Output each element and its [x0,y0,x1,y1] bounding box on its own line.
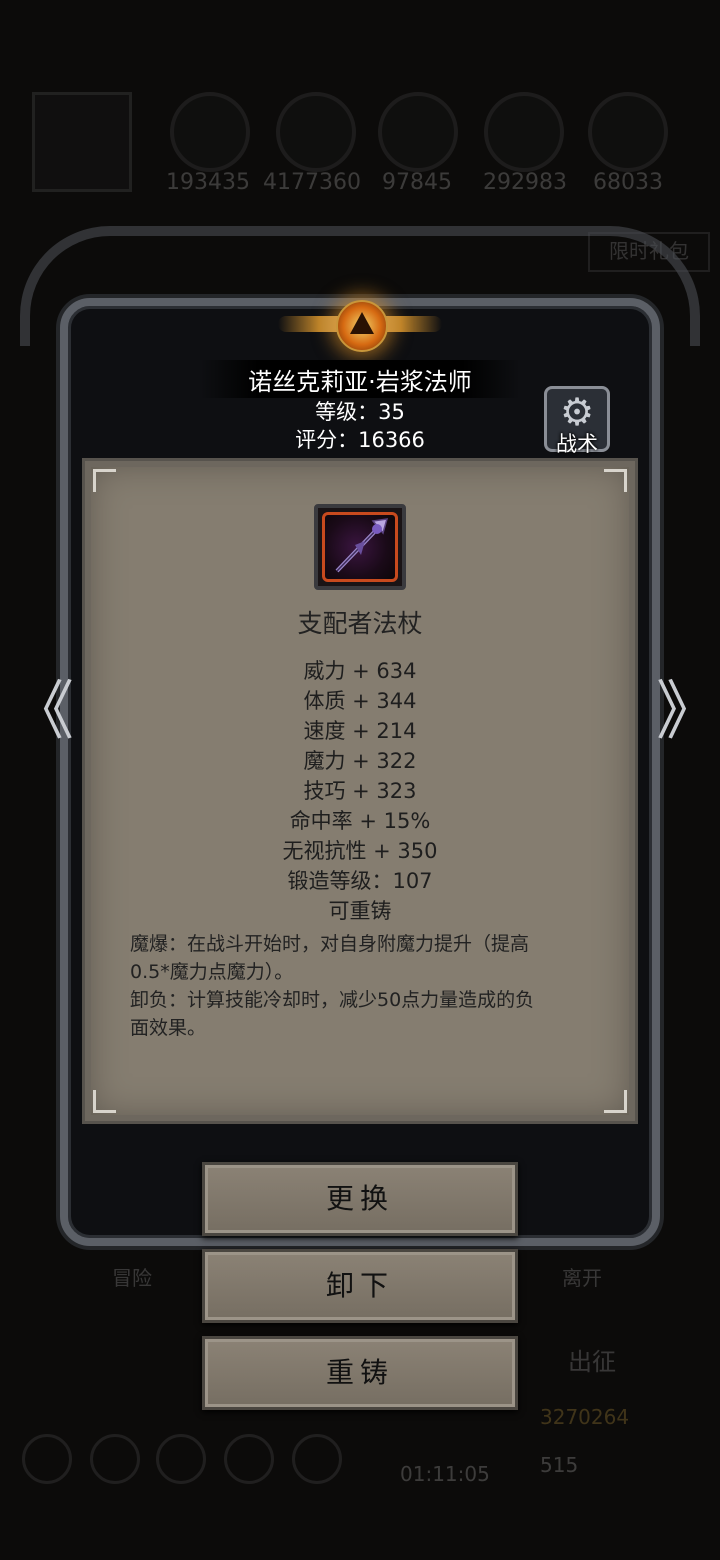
resource-icon-2 [276,92,356,172]
unequip-button[interactable]: 卸下 [202,1249,518,1323]
stat-skill: 技巧 + 323 [303,779,417,803]
hero-name: 诺丝克莉亚·岩浆法师 [248,368,472,396]
description-line: 0.5*魔力点魔力）。 [130,961,294,983]
card-corner [93,1090,116,1113]
item-name: 支配者法杖 [297,609,423,638]
next-hero-arrow-icon[interactable]: 》 [656,680,720,744]
coin-count: 3270264 [540,1405,630,1429]
hero-score: 评分：16366 [295,428,425,452]
resource-count-4: 292983 [483,170,567,195]
resource-icon-3 [378,92,458,172]
countdown-timer: 01:11:05 [400,1462,490,1486]
stat-magic: 魔力 + 322 [303,749,417,773]
unequip-button-label: 卸下 [325,1269,394,1302]
reforge-button-label: 重铸 [325,1356,394,1389]
card-corner [604,469,627,492]
replace-button[interactable]: 更换 [202,1162,518,1236]
reforge-button[interactable]: 重铸 [202,1336,518,1410]
menu-icon-1 [22,1434,72,1484]
tactics-label: 战术 [556,432,598,456]
resource-icon-4 [484,92,564,172]
description-line: 面效果。 [130,1017,207,1039]
resource-count-3: 97845 [382,170,452,195]
resource-count-2: 4177360 [263,170,361,195]
stat-speed: 速度 + 214 [303,719,417,743]
stat-forge-level: 锻造等级：107 [287,869,433,893]
tab-leave: 离开 [562,1266,602,1290]
staff-icon [322,512,398,582]
resource-icon-5 [588,92,668,172]
stat-constitution: 体质 + 344 [303,689,417,713]
previous-hero-arrow-icon[interactable]: 《 [10,680,74,744]
card-corner [604,1090,627,1113]
menu-icon-4 [224,1434,274,1484]
replace-button-label: 更换 [325,1182,394,1215]
item-description: 魔爆：在战斗开始时，对自身附魔力提升（提高 0.5*魔力点魔力）。 卸负：计算技… [130,930,590,1042]
menu-icon-2 [90,1434,140,1484]
description-line: 卸负：计算技能冷却时，减少50点力量造成的负 [130,989,535,1011]
card-corner [93,469,116,492]
tab-adventure: 冒险 [112,1266,152,1290]
sortie-label: 出征 [568,1348,616,1376]
stat-power: 威力 + 634 [303,659,417,683]
hero-level: 等级：35 [315,400,405,424]
item-stats: 威力 + 634 体质 + 344 速度 + 214 魔力 + 322 技巧 +… [82,656,638,926]
description-line: 魔爆：在战斗开始时，对自身附魔力提升（提高 [130,933,530,955]
resource-count-5: 68033 [593,170,663,195]
stat-ignore-resist: 无视抗性 + 350 [282,839,438,863]
gem-count: 515 [540,1453,579,1477]
resource-icon-1 [170,92,250,172]
resource-count-1: 193435 [166,170,250,195]
stat-reforgeable: 可重铸 [328,899,392,923]
emblem-icon [336,300,388,352]
menu-icon-3 [156,1434,206,1484]
stat-hit-rate: 命中率 + 15% [289,809,431,833]
player-avatar [32,92,132,192]
menu-icon-5 [292,1434,342,1484]
